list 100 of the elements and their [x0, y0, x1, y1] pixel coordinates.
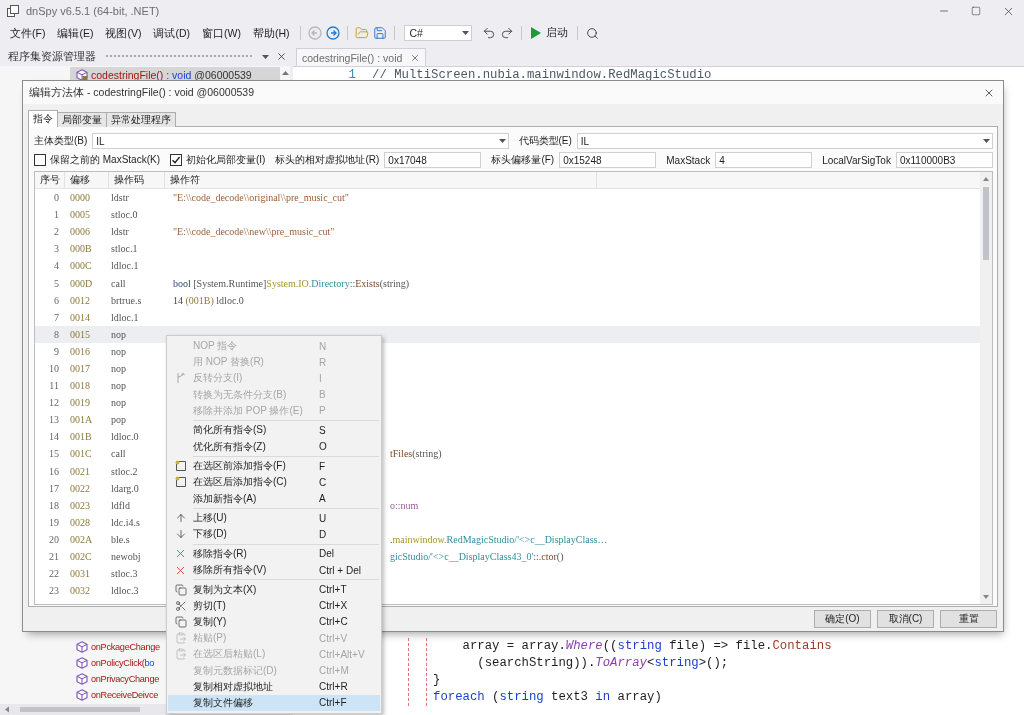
shortcut-label: O [319, 441, 327, 453]
opcode-cell-text: call [110, 277, 127, 289]
shortcut-label: A [319, 493, 326, 505]
index-cell-text: 19 [48, 516, 60, 528]
offset-cell-text: 0031 [69, 568, 91, 580]
opcode-cell-text: ldstr [110, 226, 130, 238]
index-cell-text: 22 [48, 568, 60, 580]
opcode-cell-text: nop [110, 328, 127, 340]
field-label: 主体类型(B) [34, 134, 88, 148]
index-cell-text: 4 [53, 260, 60, 272]
index-cell-text: 21 [48, 551, 60, 562]
opcode-cell-text: ldstr [110, 192, 130, 204]
offset-cell-text: 0032 [69, 585, 91, 597]
code-line: foreach (string text3 in array) [433, 689, 662, 706]
opcode-cell-text: stloc.1 [110, 243, 139, 255]
opcode-cell-text: ldloc.1 [110, 260, 140, 272]
opcode-cell-text: ldloc.0 [110, 431, 140, 443]
offset-cell-text: 0014 [69, 311, 91, 323]
index-cell-text: 10 [48, 363, 60, 374]
offset-cell-text: 000D [69, 277, 94, 289]
shortcut-label: Ctrl+V [319, 632, 348, 644]
offset-cell-text: 0016 [69, 345, 91, 357]
index-cell-text: 6 [53, 294, 60, 306]
shortcut-label: U [319, 512, 327, 524]
shortcut-label: B [319, 389, 326, 401]
dialog-title: 编辑方法体 - codestringFile() : void @06000539 [29, 85, 254, 100]
offset-cell-text: 0028 [69, 516, 91, 528]
operand-cell: bool [System.Runtime]System.IO.Directory::Exists(string) [173, 277, 410, 289]
opcode-cell-text: newobj [110, 551, 142, 562]
operand-cell: tFiles(string) [390, 448, 442, 460]
offset-cell-text: 000C [69, 260, 93, 272]
offset-cell-text: 0019 [69, 397, 91, 409]
index-cell-text: 0 [53, 192, 60, 204]
offset-cell-text: 0023 [69, 499, 91, 511]
opcode-cell-text: pop [110, 414, 127, 426]
operand-cell: o::num [390, 499, 419, 511]
checkbox-label: 保留之前的 MaxStack(K) [50, 153, 160, 167]
offset-cell-text: 002C [69, 551, 93, 562]
opcode-cell-text: ldarg.0 [110, 482, 140, 494]
code-line: (searchString)).ToArray<string>(); [477, 655, 729, 672]
opcode-cell-text: ldloc.3 [110, 585, 140, 597]
shortcut-label: Ctrl+Alt+V [319, 648, 365, 660]
shortcut-label: Ctrl + Del [319, 564, 361, 576]
opcode-cell-text: ldc.i4.s [110, 516, 141, 528]
offset-cell-text: 0005 [69, 209, 91, 221]
index-cell-text: 20 [48, 533, 60, 545]
index-cell-text: 12 [48, 397, 60, 409]
opcode-cell-text: stloc.3 [110, 568, 139, 580]
opcode-cell-text: nop [110, 345, 127, 357]
shortcut-label: D [319, 528, 327, 540]
operand-cell: .mainwindow.RedMagicStudio/'<>c__DisplayClass… [390, 533, 608, 545]
operand-cell: gicStudio/'<>c__DisplayClass43_0'::.ctor() [390, 551, 564, 562]
shortcut-label: Ctrl+C [319, 616, 348, 628]
index-cell-text: 7 [53, 311, 60, 323]
shortcut-label: N [319, 340, 327, 352]
operand-cell: 14 (001B) ldloc.0 [173, 294, 244, 306]
offset-cell-text: 001C [69, 448, 93, 460]
index-cell-text: 1 [53, 209, 60, 221]
index-cell-text: 14 [48, 431, 60, 443]
checkbox-label: 初始化局部变量(I) [186, 153, 266, 167]
index-cell-text: 8 [53, 328, 60, 340]
offset-cell-text: 000B [69, 243, 93, 255]
shortcut-label: Ctrl+R [319, 681, 348, 693]
offset-cell-text: 0022 [69, 482, 91, 494]
opcode-cell-text: ldfld [110, 499, 131, 511]
index-cell-text: 23 [48, 585, 60, 597]
index-cell-text: 13 [48, 414, 60, 426]
offset-cell-text: 001B [69, 431, 93, 443]
index-cell-text: 11 [48, 380, 60, 392]
field-label: 代码类型(E) [518, 134, 572, 148]
shortcut-label: Ctrl+F [319, 697, 347, 709]
field-label: MaxStack [666, 154, 711, 166]
code-line: array = array.Where((string file) => file.Contains [462, 638, 832, 655]
window-title: dnSpy v6.5.1 (64-bit, .NET) [26, 5, 160, 17]
code-line: } [433, 672, 441, 689]
shortcut-label: F [319, 460, 326, 472]
opcode-cell-text: nop [110, 380, 127, 392]
offset-cell-text: 0006 [69, 226, 91, 238]
offset-cell-text: 0017 [69, 363, 91, 374]
field-label: 标头偏移量(F) [491, 153, 555, 167]
offset-cell-text: 001A [69, 414, 94, 426]
opcode-cell-text: ble.s [110, 533, 131, 545]
shortcut-label: Ctrl+T [319, 584, 347, 596]
index-cell-text: 16 [48, 465, 60, 477]
shortcut-label: Ctrl+M [319, 665, 349, 677]
offset-cell-text: 0021 [69, 465, 91, 477]
opcode-cell-text: brtrue.s [110, 294, 143, 306]
shortcut-label: R [319, 356, 327, 368]
offset-cell-text: 0015 [69, 328, 91, 340]
offset-cell-text: 002A [69, 533, 94, 545]
opcode-cell-text: stloc.0 [110, 209, 139, 221]
index-cell-text: 5 [53, 277, 60, 289]
shortcut-label: I [319, 372, 322, 384]
offset-cell-text: 0018 [69, 380, 91, 392]
index-cell-text: 15 [48, 448, 60, 460]
operand-cell: "E:\\code_decode\\new\\pre_music_cut" [173, 226, 335, 238]
opcode-cell-text: stloc.2 [110, 465, 139, 477]
shortcut-label: Ctrl+X [319, 600, 348, 612]
opcode-cell-text: call [110, 448, 127, 460]
index-cell-text: 2 [53, 226, 60, 238]
